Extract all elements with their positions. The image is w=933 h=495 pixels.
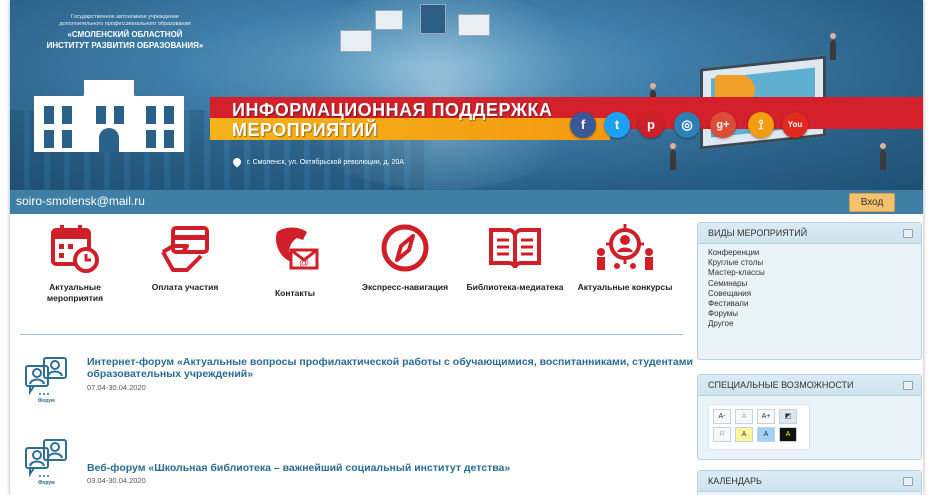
envelope-graphic [375,10,403,30]
event-type-link[interactable]: Мастер-классы [708,268,921,278]
payment-card-icon [161,226,209,272]
tile-payment[interactable]: Оплата участия [130,222,240,293]
event-type-link[interactable]: Другое [708,319,921,329]
org-line1: Государственное автономное учреждение [71,14,179,20]
icon-caption: Форум [38,480,55,486]
top-info-bar: soiro-smolensk@mail.ru Вход [10,190,923,214]
address-text: г. Смоленск, ул. Октябрьской революции, … [247,158,404,166]
login-button[interactable]: Вход [849,193,895,212]
people-target-icon [597,224,653,270]
tile-contacts[interactable]: @ Контакты [240,222,350,299]
font-larger-button[interactable]: A+ [757,409,775,424]
color-scheme-reset-button[interactable]: R [713,427,731,442]
minimize-icon[interactable] [903,477,913,486]
tile-label: Актуальные конкурсы [577,282,673,292]
tile-current-events[interactable]: Актуальные мероприятия [20,222,130,304]
event-type-link[interactable]: Конференции [708,248,921,258]
color-scheme-yellow-button[interactable]: A [735,427,753,442]
news-title[interactable]: Интернет-форум «Актуальные вопросы профи… [87,356,707,380]
person-figure [880,143,886,170]
tile-label: Библиотека-медиатека [466,282,564,292]
open-book-icon [489,228,541,269]
calendar-panel: КАЛЕНДАРЬ [697,470,922,495]
youtube-icon[interactable]: You [782,112,808,138]
banner-title-line2: МЕРОПРИЯТИЙ [232,120,378,140]
tile-label: Контакты [274,288,316,298]
tile-library[interactable]: Библиотека-медиатека [460,222,570,293]
color-scheme-blue-button[interactable]: A [757,427,775,442]
building-logo-icon [34,80,184,152]
tile-label: Актуальные мероприятия [46,282,104,303]
event-types-list: Конференции Круглые столы Мастер-классы … [698,248,921,330]
phone-mail-icon: @ [275,227,319,270]
accessibility-panel: СПЕЦИАЛЬНЫЕ ВОЗМОЖНОСТИ A- A A+ ◩ R A A … [697,374,922,460]
envelope-graphic [340,30,372,52]
news-date: 07.04-30.04.2020 [87,383,146,392]
tile-label: Экспресс-навигация [361,282,449,292]
panel-title: СПЕЦИАЛЬНЫЕ ВОЗМОЖНОСТИ [708,380,854,390]
banner-title: ИНФОРМАЦИОННАЯ ПОДДЕРЖКА МЕРОПРИЯТИЙ [232,100,552,140]
divider [20,334,683,335]
org-line3: «СМОЛЕНСКИЙ ОБЛАСТНОЙ [67,30,183,39]
news-title[interactable]: Веб-форум «Школьная библиотека – важнейш… [87,462,707,474]
page-frame: Государственное автономное учреждение до… [10,0,923,495]
panel-header: ВИДЫ МЕРОПРИЯТИЙ [698,223,921,244]
event-types-panel: ВИДЫ МЕРОПРИЯТИЙ Конференции Круглые сто… [697,222,922,360]
panel-title: КАЛЕНДАРЬ [708,476,762,486]
instagram-icon[interactable]: ◎ [674,112,700,138]
font-normal-button[interactable]: A [735,409,753,424]
tile-contests[interactable]: Актуальные конкурсы [570,222,680,293]
event-type-link[interactable]: Форумы [708,309,921,319]
quick-links: Актуальные мероприятия Оплата участия @ … [20,222,680,334]
panel-title: ВИДЫ МЕРОПРИЯТИЙ [708,228,808,238]
tile-express-navigation[interactable]: Экспресс-навигация [350,222,460,293]
rss-icon[interactable]: ⟟ [748,112,774,138]
envelope-graphic [458,14,490,36]
person-figure [670,143,676,170]
google-plus-icon[interactable]: g+ [710,112,736,138]
banner-title-line1: ИНФОРМАЦИОННАЯ ПОДДЕРЖКА [232,100,553,120]
event-type-link[interactable]: Круглые столы [708,258,921,268]
news-date: 03.04-30.04.2020 [87,476,146,485]
svg-text:@: @ [299,258,309,269]
news-item[interactable]: Форум Веб-форум «Школьная библиотека – в… [24,438,704,495]
address: г. Смоленск, ул. Октябрьской революции, … [231,156,404,168]
twitter-icon[interactable]: t [604,112,630,138]
event-type-link[interactable]: Фестивали [708,299,921,309]
header-banner: Государственное автономное учреждение до… [10,0,923,190]
news-item[interactable]: Форум Интернет-форум «Актуальные вопросы… [24,356,704,416]
tile-label: Оплата участия [151,282,219,292]
org-line4: ИНСТИТУТ РАЗВИТИЯ ОБРАЗОВАНИЯ» [46,41,204,50]
minimize-icon[interactable] [903,229,913,238]
info-card-graphic [420,4,446,34]
event-type-link[interactable]: Совещания [708,289,921,299]
org-line2: дополнительного профессионального образо… [59,21,191,27]
font-smaller-button[interactable]: A- [713,409,731,424]
pinterest-icon[interactable]: p [638,112,664,138]
facebook-icon[interactable]: f [570,112,596,138]
event-type-link[interactable]: Семинары [708,279,921,289]
panel-header: СПЕЦИАЛЬНЫЕ ВОЗМОЖНОСТИ [698,375,921,396]
minimize-icon[interactable] [903,381,913,390]
calendar-clock-icon [51,225,99,273]
location-pin-icon [231,156,243,168]
accessibility-controls: A- A A+ ◩ R A A A [708,404,810,450]
icon-caption: Форум [38,398,55,404]
panel-header: КАЛЕНДАРЬ [698,471,921,492]
color-scheme-black-button[interactable]: A [779,427,797,442]
compass-icon [381,224,429,272]
person-figure [830,33,836,60]
contact-email[interactable]: soiro-smolensk@mail.ru [16,194,145,208]
org-name: Государственное автономное учреждение до… [30,14,220,50]
images-toggle-icon[interactable]: ◩ [779,409,797,424]
